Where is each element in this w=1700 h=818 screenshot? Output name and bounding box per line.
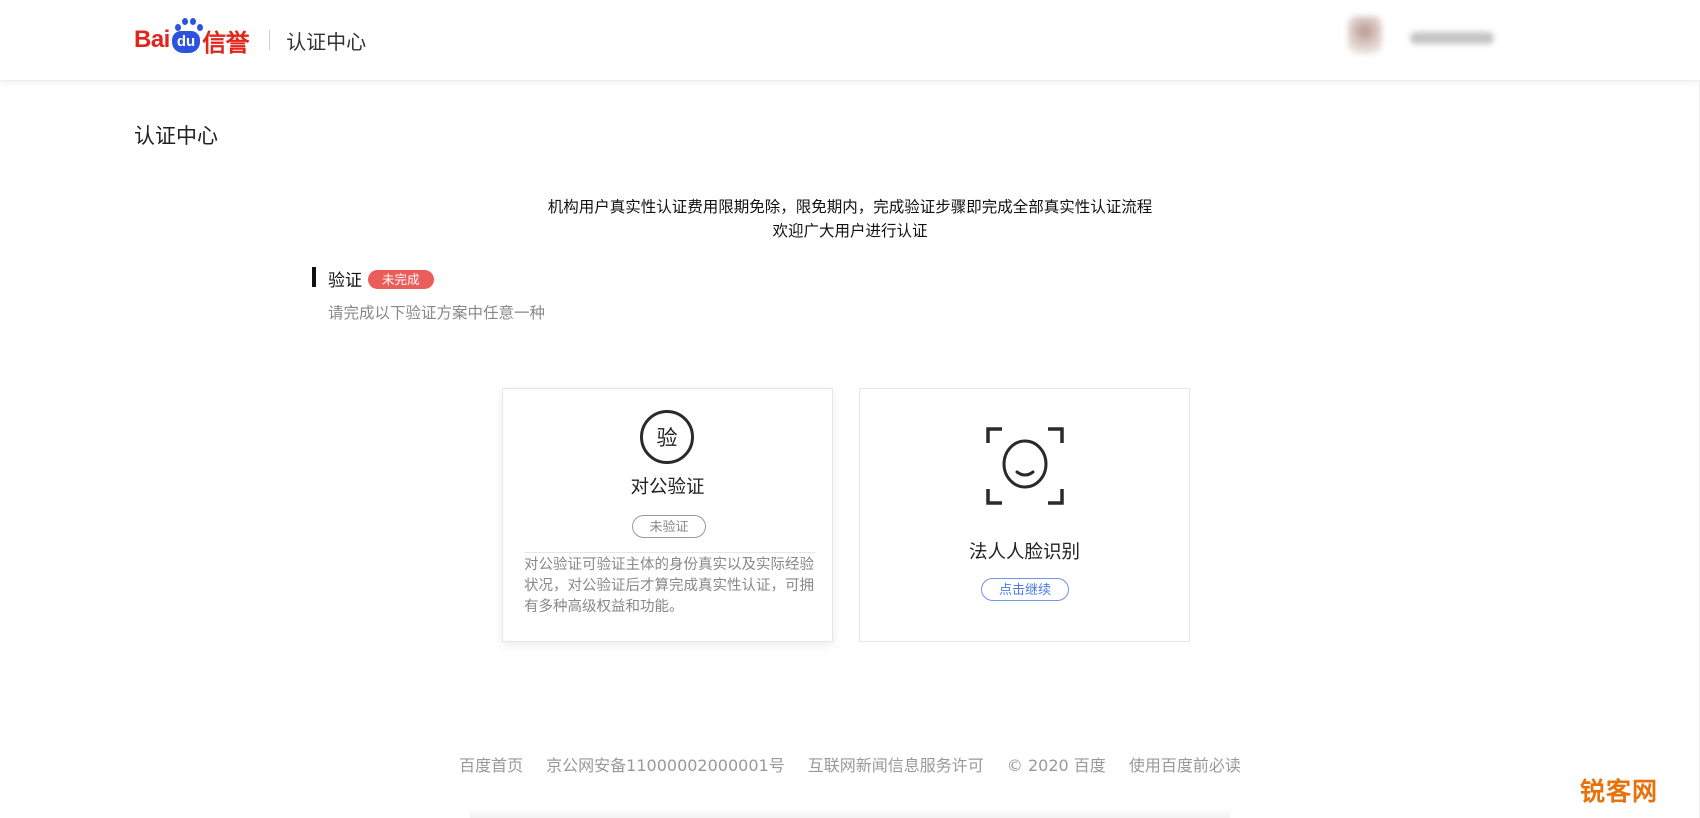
user-avatar[interactable] — [1348, 16, 1382, 54]
footer-link-icp[interactable]: 京公网安备11000002000001号 — [546, 756, 785, 775]
card-divider — [524, 552, 815, 553]
seal-icon-glyph: 验 — [656, 426, 678, 450]
footer-link-terms[interactable]: 使用百度前必读 — [1129, 756, 1241, 775]
footer-copyright: © 2020 百度 — [1006, 756, 1106, 775]
card-description: 对公验证可验证主体的身份真实以及实际经验状况，对公验证后才算完成真实性认证，可拥… — [524, 557, 814, 615]
user-name-blurred[interactable] — [1410, 32, 1494, 44]
bottom-edge — [470, 808, 1230, 818]
logo-text-bai: Bai — [134, 26, 170, 53]
top-header: Bai du 信誉 认证中心 — [0, 0, 1700, 81]
footer-link-home[interactable]: 百度首页 — [459, 756, 523, 775]
logo-text-du: du — [171, 31, 201, 53]
card-title: 对公验证 — [630, 477, 705, 498]
footer: 百度首页 京公网安备11000002000001号 互联网新闻信息服务许可 © … — [0, 752, 1700, 776]
card-title: 法人人脸识别 — [968, 542, 1080, 563]
status-badge: 未完成 — [368, 270, 434, 289]
baidu-xinyu-logo[interactable]: Bai du 信誉 — [134, 18, 250, 60]
notice-line-1: 机构用户真实性认证费用限期免除，限免期内，完成验证步骤即完成全部真实性认证流程 — [547, 198, 1153, 216]
logo-text-xinyu: 信誉 — [202, 29, 250, 57]
continue-button[interactable]: 点击继续 — [981, 578, 1069, 601]
page-title: 认证中心 — [134, 124, 218, 148]
notice-line-2: 欢迎广大用户进行认证 — [772, 222, 928, 240]
header-title: 认证中心 — [286, 29, 367, 54]
header-brand: Bai du 信誉 认证中心 — [134, 18, 367, 60]
seal-icon: 验 — [640, 410, 694, 464]
notice-text: 机构用户真实性认证费用限期免除，限免期内，完成验证步骤即完成全部真实性认证流程 … — [0, 195, 1700, 243]
footer-link-news-license[interactable]: 互联网新闻信息服务许可 — [808, 756, 984, 775]
section-accent-bar — [312, 267, 316, 287]
section-subtitle: 请完成以下验证方案中任意一种 — [328, 304, 546, 322]
header-divider — [269, 30, 271, 50]
corporate-verification-card[interactable]: 验 对公验证 未验证 对公验证可验证主体的身份真实以及实际经验状况，对公验证后才… — [502, 388, 833, 642]
section-title: 验证 — [328, 271, 362, 291]
face-scan-icon — [986, 427, 1064, 505]
face-recognition-card[interactable]: 法人人脸识别 点击继续 — [859, 388, 1190, 642]
paw-logo-icon — [175, 18, 205, 32]
verification-status-pill: 未验证 — [632, 515, 706, 538]
watermark-logo: 锐客网 — [1580, 777, 1659, 806]
